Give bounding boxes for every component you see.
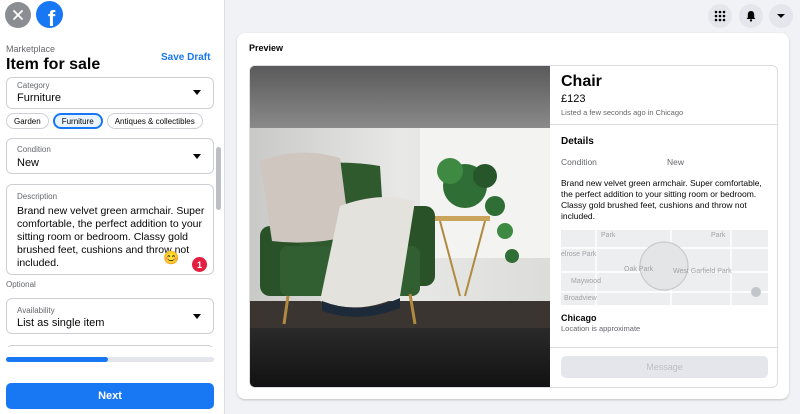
chair-photo <box>250 66 550 387</box>
scrollbar-thumb[interactable] <box>216 147 221 210</box>
map-label: West Garfield Park <box>673 268 732 275</box>
menu-button[interactable] <box>708 4 732 28</box>
page-title: Item for sale <box>6 56 101 73</box>
category-select[interactable]: Category Furniture <box>6 77 214 109</box>
location-name: Chicago <box>561 313 597 323</box>
availability-select[interactable]: Availability List as single item <box>6 298 214 334</box>
breadcrumb: Marketplace <box>6 44 56 54</box>
notification-badge: 1 <box>192 257 207 272</box>
location-note: Location is approximate <box>561 324 641 333</box>
top-bar: f <box>0 0 224 30</box>
emoji-icon[interactable]: 😊 <box>163 250 179 266</box>
divider <box>550 347 777 348</box>
facebook-logo[interactable]: f <box>36 1 63 28</box>
map-label: Park <box>711 232 726 239</box>
map-label: elrose Park <box>561 251 597 258</box>
chevron-down-icon <box>193 154 201 159</box>
category-value: Furniture <box>17 92 62 104</box>
map-label: Oak Park <box>624 266 654 273</box>
progress-bar <box>6 357 214 362</box>
optional-label: Optional <box>6 280 36 289</box>
divider <box>550 124 777 125</box>
next-field[interactable] <box>6 345 214 347</box>
listing-info: Chair £123 Listed a few seconds ago in C… <box>550 66 777 387</box>
chip-furniture[interactable]: Furniture <box>52 113 103 129</box>
message-button[interactable]: Message <box>561 356 768 378</box>
preview-card: Preview Chair £123 Listed a few seconds … <box>237 33 789 399</box>
save-draft-link[interactable]: Save Draft <box>161 52 210 63</box>
chevron-down-icon <box>193 90 201 95</box>
bell-icon <box>746 11 756 22</box>
notifications-button[interactable] <box>739 4 763 28</box>
map-label: Broadview <box>564 295 597 302</box>
category-label: Category <box>17 81 50 90</box>
description-value: Brand new velvet green armchair. Super c… <box>17 205 205 269</box>
map-label: Park <box>601 232 616 239</box>
listing-description: Brand new velvet green armchair. Super c… <box>561 178 762 221</box>
description-textarea[interactable]: Description Brand new velvet green armch… <box>6 184 214 275</box>
condition-select[interactable]: Condition New <box>6 138 214 174</box>
listing-preview: Chair £123 Listed a few seconds ago in C… <box>249 65 778 388</box>
condition-value: New <box>667 157 685 167</box>
listing-price: £123 <box>561 93 586 105</box>
listing-timestamp: Listed a few seconds ago in Chicago <box>561 108 684 117</box>
chevron-down-icon <box>777 14 785 18</box>
condition-label: Condition <box>17 145 51 154</box>
listing-title: Chair <box>561 73 602 90</box>
availability-value: List as single item <box>17 317 105 329</box>
chip-antiques[interactable]: Antiques & collectibles <box>106 113 203 129</box>
left-panel: f Marketplace Item for sale Save Draft C… <box>0 0 225 414</box>
category-suggestions: Garden Furniture Antiques & collectibles <box>6 113 203 129</box>
availability-label: Availability <box>17 306 55 315</box>
chip-garden[interactable]: Garden <box>6 113 49 129</box>
location-map[interactable]: Park Park Oak Park West Garfield Park Ma… <box>561 230 768 305</box>
form-scroll-area[interactable]: Category Furniture Garden Furniture Anti… <box>0 77 224 347</box>
map-label: Maywood <box>571 278 601 285</box>
progress-fill <box>6 357 108 362</box>
description-label: Description <box>17 192 58 201</box>
details-heading: Details <box>561 136 594 147</box>
preview-heading: Preview <box>249 43 284 53</box>
close-button[interactable] <box>5 2 31 28</box>
chevron-down-icon <box>193 314 201 319</box>
next-button[interactable]: Next <box>6 383 214 409</box>
account-button[interactable] <box>769 4 793 28</box>
condition-label: Condition <box>561 157 597 167</box>
condition-value: New <box>17 157 40 169</box>
close-icon <box>13 10 23 20</box>
grid-menu-icon <box>714 10 726 22</box>
map-roads <box>561 230 768 305</box>
listing-photo <box>250 66 550 387</box>
